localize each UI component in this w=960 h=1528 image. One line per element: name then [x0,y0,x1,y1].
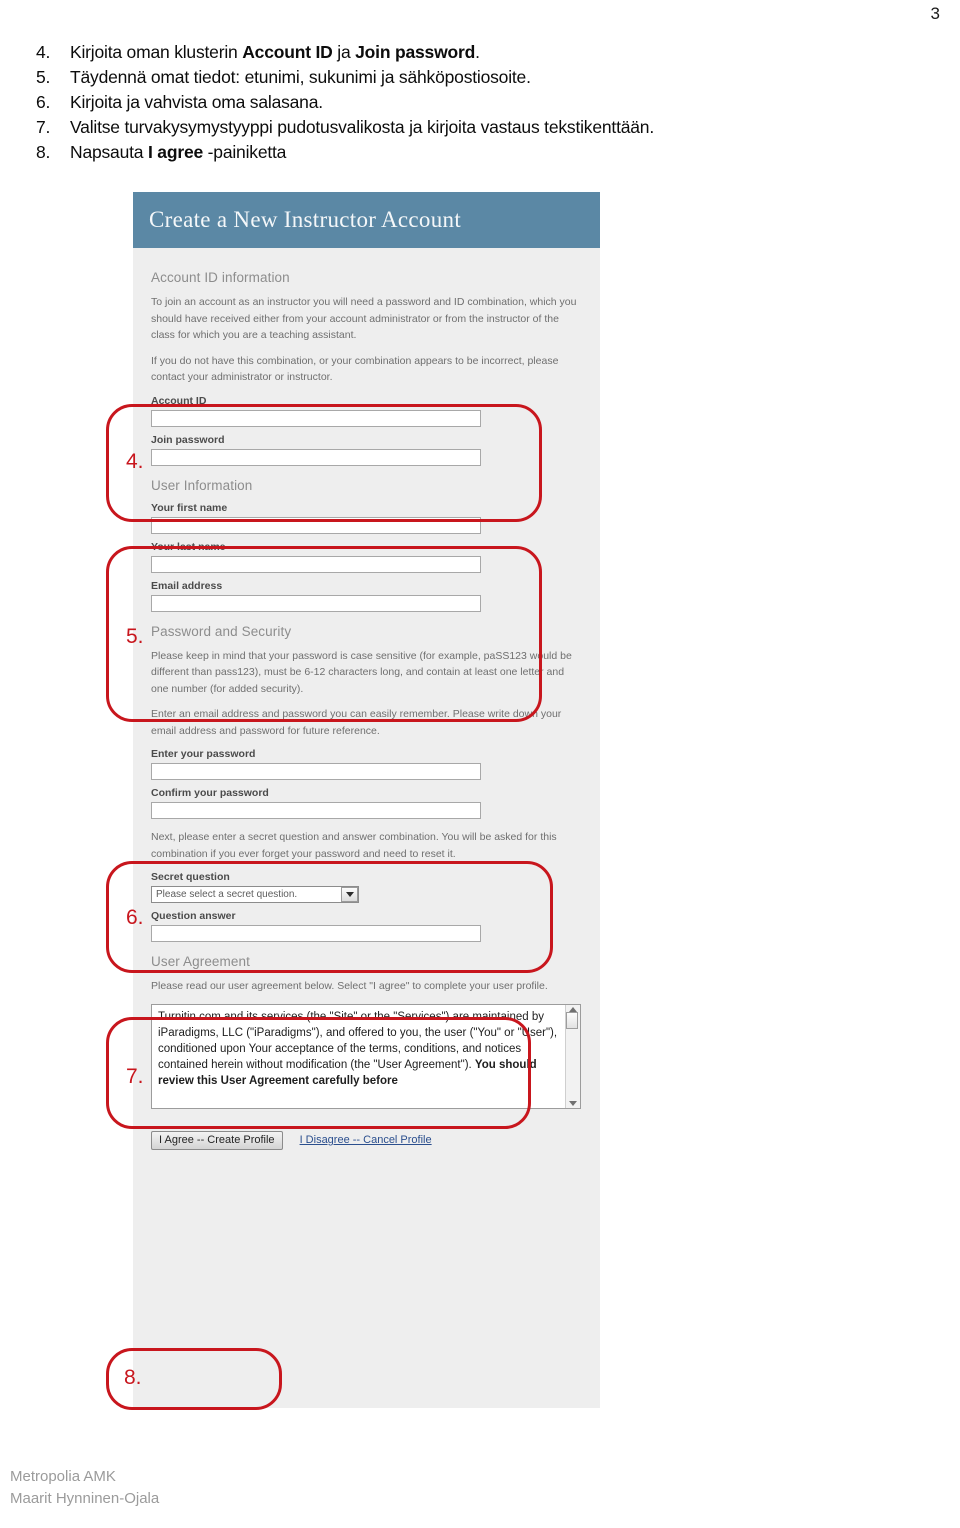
password-paragraph-1: Please keep in mind that your password i… [151,649,572,695]
scrollbar-thumb[interactable] [566,1011,578,1029]
list-item: 8. Napsauta I agree -painiketta [36,140,916,165]
instruction-bold-part: Join password [355,42,476,62]
account-id-paragraph-1: To join an account as an instructor you … [151,296,577,341]
page-title: Create a New Instructor Account [149,207,462,232]
form-body: Account ID information To join an accoun… [133,248,600,1408]
scroll-down-arrow-icon[interactable] [569,1100,577,1106]
annotation-number-8: 8. [124,1366,142,1389]
annotation-number-4: 4. [126,450,144,473]
agreement-actions: I Agree -- Create Profile I Disagree -- … [151,1130,584,1150]
form-header-bar: Create a New Instructor Account [133,192,600,248]
list-item-text: Kirjoita oman klusterin Account ID ja Jo… [70,40,916,65]
label-question-answer: Question answer [151,910,236,922]
label-last-name: Your last name [151,540,226,553]
instruction-text-part: -painiketta [203,142,287,162]
annotation-number-7: 7. [126,1065,144,1088]
question-answer-input[interactable] [151,925,481,942]
instruction-list: 4. Kirjoita oman klusterin Account ID ja… [36,40,916,165]
email-address-input[interactable] [151,594,481,612]
section-heading-password-security: Password and Security [151,623,292,639]
enter-password-input[interactable] [151,763,481,780]
embedded-screenshot: Create a New Instructor Account Account … [133,192,600,1408]
first-name-input[interactable] [151,516,481,534]
label-email-address: Email address [151,579,223,592]
list-item-number: 8. [36,142,51,162]
label-confirm-password: Confirm your password [151,787,269,799]
section-heading-account-id: Account ID information [151,270,290,285]
account-id-input[interactable] [151,409,481,427]
secret-question-paragraph: Next, please enter a secret question and… [151,831,557,860]
secret-question-select[interactable]: Please select a secret question. [151,886,359,903]
list-item-text: Täydennä omat tiedot: etunimi, sukunimi … [70,67,531,87]
instruction-bold-part: I agree [147,142,204,162]
confirm-password-input[interactable] [151,802,481,819]
scrollbar-track[interactable] [566,1011,580,1101]
footer-author: Maarit Hynninen-Ojala [10,1490,160,1507]
label-secret-question: Secret question [151,871,230,883]
annotation-number-6: 6. [126,906,144,929]
list-item: 7. Valitse turvakysymystyyppi pudotusval… [36,115,916,140]
user-agreement-textarea[interactable]: Turnitin.com and its services (the "Site… [151,1003,581,1109]
list-item: 6. Kirjoita ja vahvista oma salasana. [36,90,916,115]
join-password-input[interactable] [151,448,481,466]
label-first-name: Your first name [151,501,228,514]
list-item-text: Napsauta I agree -painiketta [70,140,916,165]
list-item-text: Kirjoita ja vahvista oma salasana. [70,92,323,112]
list-item-text: Valitse turvakysymystyyppi pudotusvaliko… [70,117,655,137]
user-agreement-paragraph: Please read our user agreement below. Se… [151,980,548,992]
list-item-number: 6. [36,92,51,112]
label-account-id: Account ID [151,394,207,407]
instruction-text-part: Napsauta [70,142,148,162]
secret-question-selected-value: Please select a secret question. [156,889,298,900]
chevron-down-icon[interactable] [341,887,358,902]
footer-organization: Metropolia AMK [10,1468,116,1485]
last-name-input[interactable] [151,555,481,573]
label-join-password: Join password [151,433,225,446]
user-agreement-body: Turnitin.com and its services (the "Site… [152,1005,565,1108]
page-number: 3 [930,4,940,23]
list-item-number: 7. [36,117,51,137]
instruction-text-part: . [475,42,480,62]
i-disagree-cancel-profile-link[interactable]: I Disagree -- Cancel Profile [300,1134,432,1146]
agreement-scrollbar[interactable] [565,1004,580,1108]
instruction-bold-part: Account ID [242,42,333,62]
section-heading-user-information: User Information [151,477,253,493]
annotation-number-5: 5. [126,625,144,648]
account-id-paragraph-2: If you do not have this combination, or … [151,354,559,384]
password-paragraph-2: Enter an email address and password you … [151,708,562,737]
i-agree-create-profile-button[interactable]: I Agree -- Create Profile [151,1130,283,1150]
list-item: 4. Kirjoita oman klusterin Account ID ja… [36,40,916,65]
label-enter-password: Enter your password [151,748,256,760]
section-heading-user-agreement: User Agreement [151,954,250,969]
list-item-number: 5. [36,67,51,87]
footer: Metropolia AMK Maarit Hynninen-Ojala [10,1466,159,1510]
instruction-text-part: ja [332,42,356,62]
list-item: 5. Täydennä omat tiedot: etunimi, sukuni… [36,65,916,90]
list-item-number: 4. [36,42,51,62]
instruction-text-part: Kirjoita oman klusterin [70,42,243,62]
